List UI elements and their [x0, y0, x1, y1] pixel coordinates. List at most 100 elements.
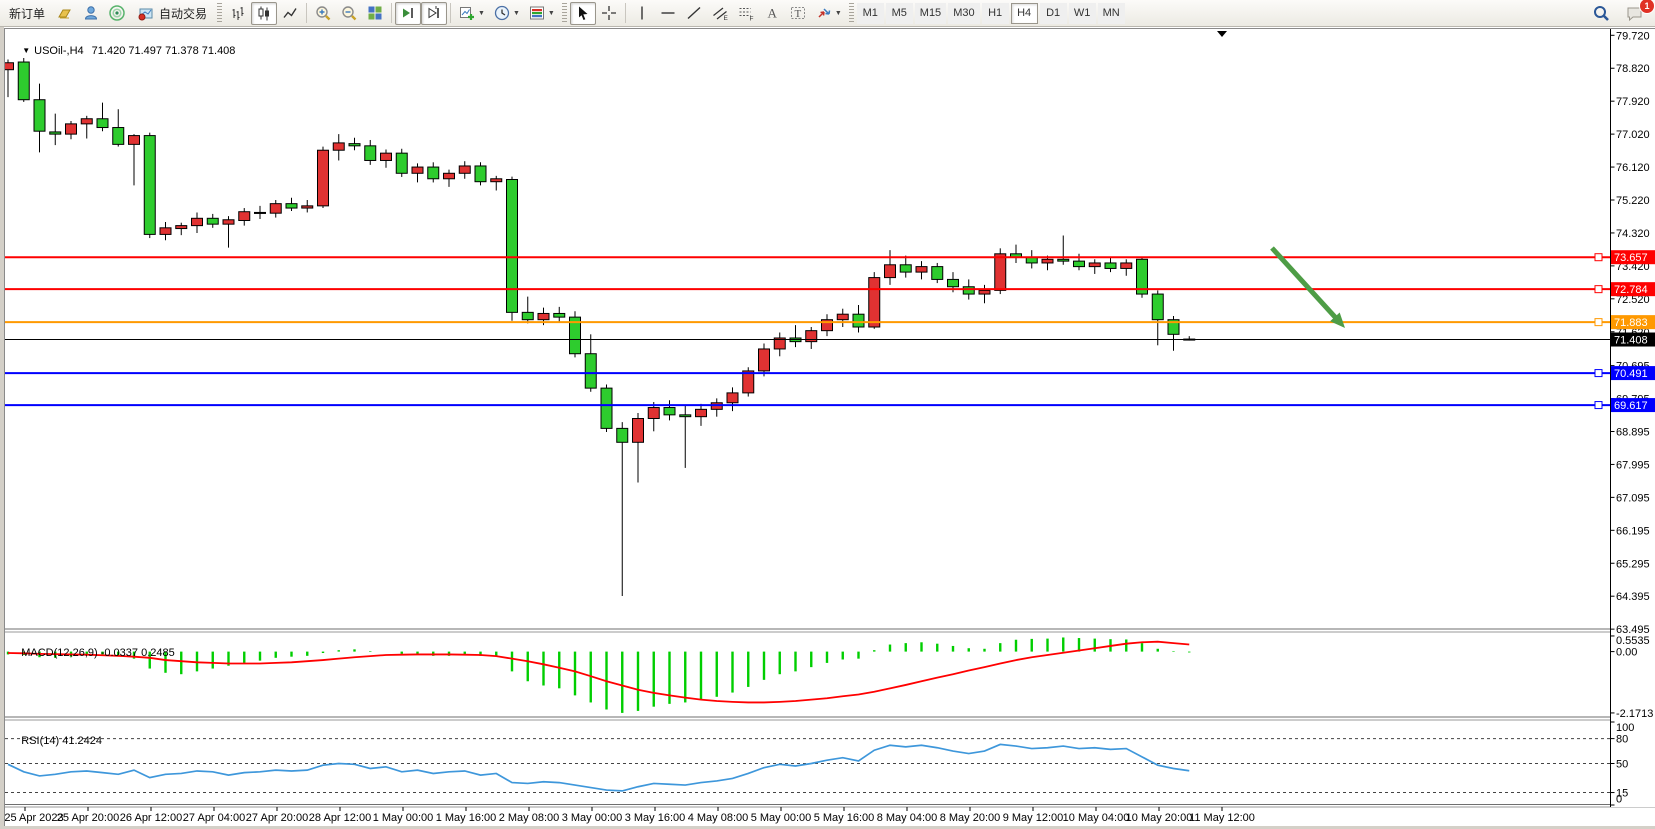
- fibonacci-button[interactable]: F: [733, 2, 759, 25]
- notifications-button[interactable]: 1: [1621, 2, 1649, 25]
- chart-shift-button[interactable]: [421, 2, 447, 25]
- candle-body: [286, 204, 297, 208]
- candle-body: [318, 150, 329, 206]
- chart-canvas[interactable]: 79.72078.82077.92077.02076.12075.22074.3…: [0, 0, 1655, 829]
- channel-button[interactable]: E: [707, 2, 733, 25]
- candle-body: [948, 279, 959, 286]
- hline-handle[interactable]: [1595, 319, 1602, 326]
- candle-body: [349, 144, 360, 146]
- candle-body: [81, 119, 92, 124]
- crosshair-button[interactable]: [596, 2, 622, 25]
- candle-body: [1074, 261, 1085, 266]
- chevron-down-icon: ▼: [548, 10, 555, 17]
- search-button[interactable]: [1588, 2, 1615, 25]
- text-label-icon: T: [789, 4, 807, 22]
- window-left-border: [0, 27, 4, 829]
- timeframe-h4-button[interactable]: H4: [1011, 3, 1038, 24]
- time-axis-label: 5 May 16:00: [814, 812, 875, 824]
- timeframe-m15-button[interactable]: M15: [915, 3, 946, 24]
- hline-handle[interactable]: [1595, 402, 1602, 409]
- price-axis-label: 68.895: [1616, 426, 1650, 438]
- zoom-in-button[interactable]: [310, 2, 336, 25]
- periods-icon: [493, 4, 511, 22]
- new-chart-button[interactable]: ▼: [454, 2, 489, 25]
- hline-price-tag-text: 71.883: [1614, 317, 1648, 329]
- mt4-window: { "toolbar": { "new_order_label": "新订单",…: [0, 0, 1655, 829]
- timeframe-m1-button[interactable]: M1: [857, 3, 884, 24]
- timeframe-m5-button[interactable]: M5: [886, 3, 913, 24]
- cursor-button[interactable]: [570, 2, 596, 25]
- timeframe-d1-button[interactable]: D1: [1040, 3, 1067, 24]
- candle-chart-button[interactable]: [251, 2, 277, 25]
- macd-values: -0.0337 0.2485: [101, 647, 175, 659]
- candle-body: [34, 100, 45, 131]
- toolbar-grip[interactable]: [849, 3, 854, 23]
- text-icon: A: [763, 4, 781, 22]
- rsi-axis-label: 0: [1616, 794, 1622, 806]
- chevron-down-icon: ▼: [835, 10, 842, 17]
- hline-handle[interactable]: [1595, 370, 1602, 377]
- candle-body: [192, 218, 203, 225]
- zoom-out-button[interactable]: [336, 2, 362, 25]
- time-axis-label: 8 May 20:00: [940, 812, 1001, 824]
- tile-windows-icon: [366, 4, 384, 22]
- price-axis-label: 75.220: [1616, 195, 1650, 207]
- line-chart-button[interactable]: [277, 2, 303, 25]
- candle-body: [869, 278, 880, 327]
- time-axis-label: 11 May 12:00: [1189, 812, 1255, 824]
- macd-axis-label: -2.1713: [1616, 708, 1653, 720]
- chevron-down-icon: ▼: [478, 10, 485, 17]
- gold-button[interactable]: [52, 2, 78, 25]
- arrows-button[interactable]: ▼: [811, 2, 846, 25]
- tile-windows-button[interactable]: [362, 2, 388, 25]
- price-axis-label: 64.395: [1616, 591, 1650, 603]
- timeframe-mn-button[interactable]: MN: [1098, 3, 1125, 24]
- horizontal-line-icon: [659, 4, 677, 22]
- candle-body: [837, 314, 848, 319]
- new-order-button[interactable]: 新订单: [2, 2, 52, 25]
- toolbar-separator: [391, 3, 392, 23]
- macd-indicator-label: MACD(12,26,9) -0.0337 0.2485: [9, 635, 175, 671]
- toolbar-grip[interactable]: [217, 3, 222, 23]
- accounts-button[interactable]: [78, 2, 104, 25]
- text-label-button[interactable]: T: [785, 2, 811, 25]
- price-axis-label: 74.320: [1616, 228, 1650, 240]
- rsi-value: 41.2424: [62, 735, 102, 747]
- bar-chart-button[interactable]: [225, 2, 251, 25]
- scroll-to-end-icon: [399, 4, 417, 22]
- horizontal-line-button[interactable]: [655, 2, 681, 25]
- templates-button[interactable]: ▼: [524, 2, 559, 25]
- hline-price-tag-text: 72.784: [1614, 284, 1648, 296]
- vertical-line-button[interactable]: [629, 2, 655, 25]
- price-axis-label: 77.020: [1616, 129, 1650, 141]
- candle-body: [160, 228, 171, 235]
- macd-name: MACD(12,26,9): [21, 647, 97, 659]
- time-axis-label: 25 Apr 20:00: [57, 812, 119, 824]
- signals-button[interactable]: [104, 2, 130, 25]
- trendline-button[interactable]: [681, 2, 707, 25]
- cursor-icon: [574, 4, 592, 22]
- hline-handle[interactable]: [1595, 254, 1602, 261]
- price-axis-label: 79.720: [1616, 30, 1650, 42]
- time-axis-label: 1 May 00:00: [373, 812, 434, 824]
- periods-button[interactable]: ▼: [489, 2, 524, 25]
- autotrading-button[interactable]: 自动交易: [130, 2, 214, 25]
- scroll-to-end-button[interactable]: [395, 2, 421, 25]
- candle-body: [412, 167, 423, 173]
- macd-axis-label: 0.5535: [1616, 635, 1650, 647]
- hline-price-tag-text: 73.657: [1614, 252, 1648, 264]
- timeframe-w1-button[interactable]: W1: [1069, 3, 1096, 24]
- chart-symbol-period: USOil-,H4: [34, 45, 84, 57]
- toolbar-separator: [450, 3, 451, 23]
- crosshair-icon: [600, 4, 618, 22]
- candle-body: [475, 166, 486, 182]
- timeframe-m30-button[interactable]: M30: [948, 3, 979, 24]
- candle-body: [979, 290, 990, 294]
- text-button[interactable]: A: [759, 2, 785, 25]
- candle-body: [1042, 259, 1053, 263]
- toolbar-grip[interactable]: [562, 3, 567, 23]
- timeframe-h1-button[interactable]: H1: [982, 3, 1009, 24]
- hline-handle[interactable]: [1595, 286, 1602, 293]
- symbol-dropdown-icon[interactable]: ▼: [22, 46, 30, 55]
- arrows-icon: [815, 4, 833, 22]
